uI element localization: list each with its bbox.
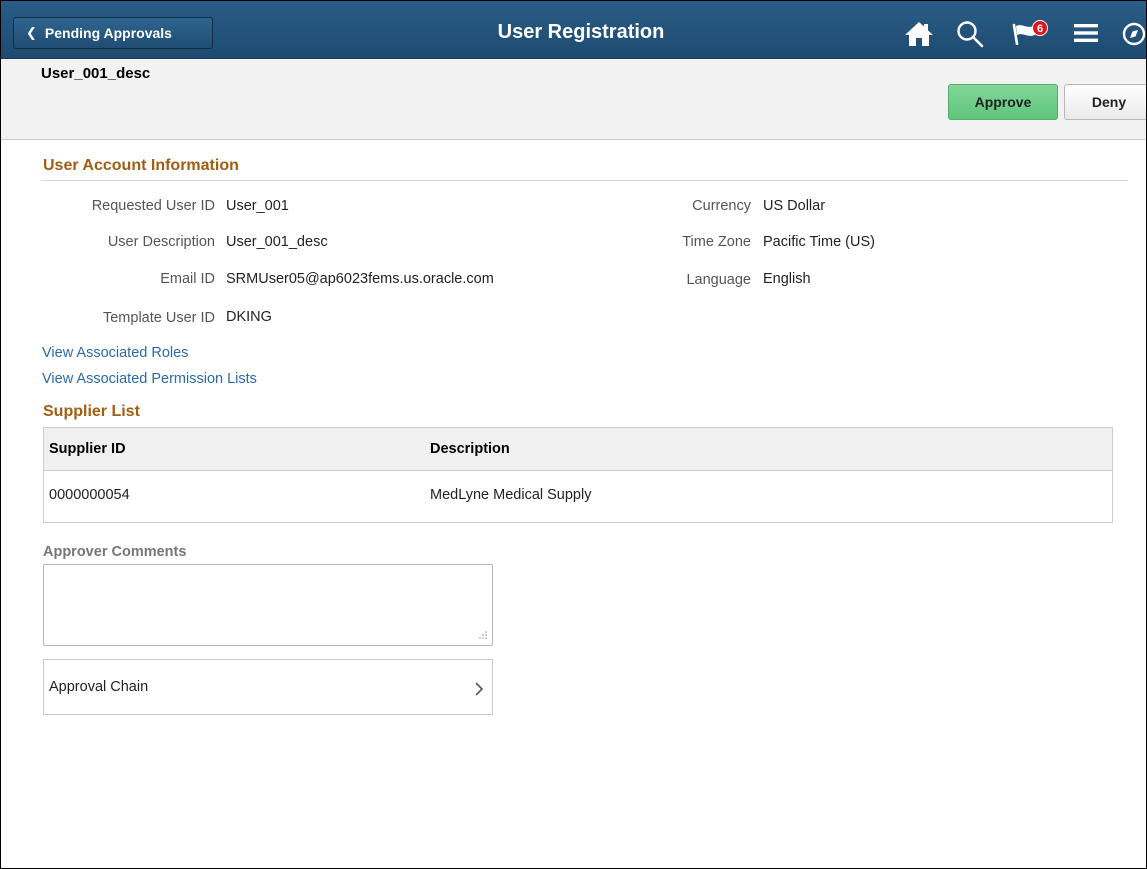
approval-chain-label: Approval Chain bbox=[49, 679, 149, 695]
supplier-list-section-title: Supplier List bbox=[43, 403, 140, 420]
currency-value: US Dollar bbox=[763, 198, 826, 214]
supplier-grid-header: Supplier ID Description bbox=[44, 428, 1112, 471]
approver-comments-field[interactable] bbox=[43, 564, 493, 646]
top-banner: ❮ Pending Approvals User Registration 6 bbox=[1, 1, 1146, 59]
user-account-section-title: User Account Information bbox=[43, 157, 239, 174]
language-label: Language bbox=[686, 272, 751, 288]
back-button-label: Pending Approvals bbox=[44, 25, 172, 41]
supplier-description-cell: MedLyne Medical Supply bbox=[430, 487, 592, 503]
description-column-header: Description bbox=[430, 441, 510, 457]
approval-chain-row[interactable]: Approval Chain bbox=[43, 659, 493, 715]
pending-approvals-back-button[interactable]: ❮ Pending Approvals bbox=[13, 17, 213, 49]
approve-button[interactable]: Approve bbox=[948, 84, 1058, 120]
time-zone-label: Time Zone bbox=[682, 234, 751, 250]
user-description-label: User Description bbox=[107, 234, 215, 250]
user-description-value: User_001_desc bbox=[226, 234, 328, 250]
supplier-id-column-header: Supplier ID bbox=[49, 441, 126, 457]
requested-user-id-value: User_001 bbox=[226, 198, 289, 214]
view-associated-permission-lists-link[interactable]: View Associated Permission Lists bbox=[42, 371, 257, 387]
deny-button[interactable]: Deny bbox=[1064, 84, 1146, 120]
currency-label: Currency bbox=[692, 198, 751, 214]
page-frame: ❮ Pending Approvals User Registration 6 bbox=[0, 0, 1147, 869]
supplier-id-cell: 0000000054 bbox=[49, 487, 130, 503]
language-value: English bbox=[763, 271, 811, 287]
time-zone-value: Pacific Time (US) bbox=[763, 234, 875, 250]
chevron-left-icon: ❮ bbox=[26, 25, 37, 40]
menu-icon[interactable] bbox=[1074, 23, 1098, 43]
user-description-heading: User_001_desc bbox=[41, 65, 151, 82]
template-user-id-label: Template User ID bbox=[102, 310, 215, 326]
approver-comments-label: Approver Comments bbox=[43, 544, 187, 560]
template-user-id-value: DKING bbox=[226, 309, 272, 325]
notification-count-badge: 6 bbox=[1032, 20, 1048, 36]
home-icon[interactable] bbox=[904, 21, 934, 47]
requested-user-id-label: Requested User ID bbox=[91, 198, 215, 214]
navbar-icon[interactable] bbox=[1122, 21, 1146, 47]
section-divider bbox=[41, 180, 1128, 181]
search-icon[interactable] bbox=[956, 20, 984, 48]
page-title: User Registration bbox=[497, 21, 665, 43]
resize-grip-icon[interactable] bbox=[479, 631, 487, 639]
supplier-grid: Supplier ID Description 0000000054 MedLy… bbox=[43, 427, 1113, 523]
page-header: User_001_desc Approve Deny bbox=[1, 59, 1146, 140]
chevron-right-icon bbox=[475, 682, 484, 696]
email-id-value: SRMUser05@ap6023fems.us.oracle.com bbox=[226, 271, 494, 287]
view-associated-roles-link[interactable]: View Associated Roles bbox=[42, 345, 188, 361]
email-id-label: Email ID bbox=[160, 271, 215, 287]
